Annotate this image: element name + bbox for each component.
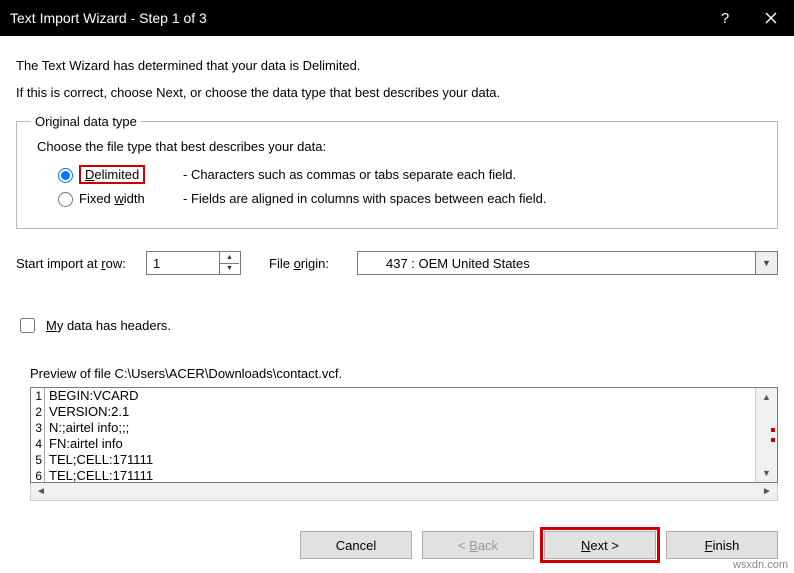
preview-line: TEL;CELL:171111 — [45, 452, 153, 468]
preview-line: FN:airtel info — [45, 436, 123, 452]
delimited-radio[interactable] — [58, 168, 73, 183]
start-row-label: Start import at row: — [16, 256, 136, 271]
scroll-right-icon[interactable]: ► — [757, 486, 777, 497]
intro-text-1: The Text Wizard has determined that your… — [16, 58, 778, 73]
button-row: Cancel < Back Next > Finish — [300, 531, 778, 559]
preview-line: VERSION:2.1 — [45, 404, 129, 420]
preview-vertical-scrollbar[interactable]: ▲ ▼ — [755, 388, 777, 482]
intro-text-2: If this is correct, choose Next, or choo… — [16, 85, 778, 100]
preview-box: 1BEGIN:VCARD 2VERSION:2.1 3N:;airtel inf… — [30, 387, 778, 483]
group-legend: Original data type — [31, 114, 141, 129]
file-origin-label: File origin: — [269, 256, 329, 271]
original-data-type-group: Original data type Choose the file type … — [16, 114, 778, 229]
chevron-down-icon[interactable]: ▼ — [755, 252, 777, 274]
file-type-prompt: Choose the file type that best describes… — [37, 139, 763, 154]
next-button[interactable]: Next > — [544, 531, 656, 559]
title-bar: Text Import Wizard - Step 1 of 3 ? — [0, 0, 794, 36]
delimited-desc: - Characters such as commas or tabs sepa… — [183, 167, 516, 182]
preview-line: N:;airtel info;;; — [45, 420, 129, 436]
help-button[interactable]: ? — [702, 0, 748, 36]
scroll-left-icon[interactable]: ◄ — [31, 486, 51, 497]
scroll-up-icon[interactable]: ▲ — [756, 388, 777, 406]
file-origin-select[interactable]: 437 : OEM United States ▼ — [357, 251, 778, 275]
finish-button[interactable]: Finish — [666, 531, 778, 559]
scroll-down-icon[interactable]: ▼ — [756, 464, 777, 482]
close-icon — [765, 12, 777, 24]
spinner-down-icon[interactable]: ▼ — [220, 264, 239, 275]
headers-checkbox[interactable] — [20, 318, 35, 333]
cancel-button[interactable]: Cancel — [300, 531, 412, 559]
fixed-width-radio[interactable] — [58, 192, 73, 207]
fixed-width-desc: - Fields are aligned in columns with spa… — [183, 191, 546, 206]
window-title: Text Import Wizard - Step 1 of 3 — [10, 10, 207, 26]
headers-label: My data has headers. — [46, 318, 171, 333]
preview-label: Preview of file C:\Users\ACER\Downloads\… — [30, 366, 778, 381]
start-row-spinner[interactable]: ▲ ▼ — [146, 251, 241, 275]
delimited-label: Delimited — [79, 165, 169, 184]
watermark: wsxdn.com — [733, 559, 788, 571]
spinner-up-icon[interactable]: ▲ — [220, 252, 239, 264]
preview-line: TEL;CELL:171111 — [45, 468, 153, 482]
preview-line: BEGIN:VCARD — [45, 388, 139, 404]
back-button: < Back — [422, 531, 534, 559]
file-origin-value: 437 : OEM United States — [358, 256, 755, 271]
fixed-width-label: Fixed width — [79, 191, 169, 206]
preview-horizontal-scrollbar[interactable]: ◄ ► — [30, 483, 778, 501]
start-row-input[interactable] — [147, 252, 219, 274]
close-button[interactable] — [748, 0, 794, 36]
